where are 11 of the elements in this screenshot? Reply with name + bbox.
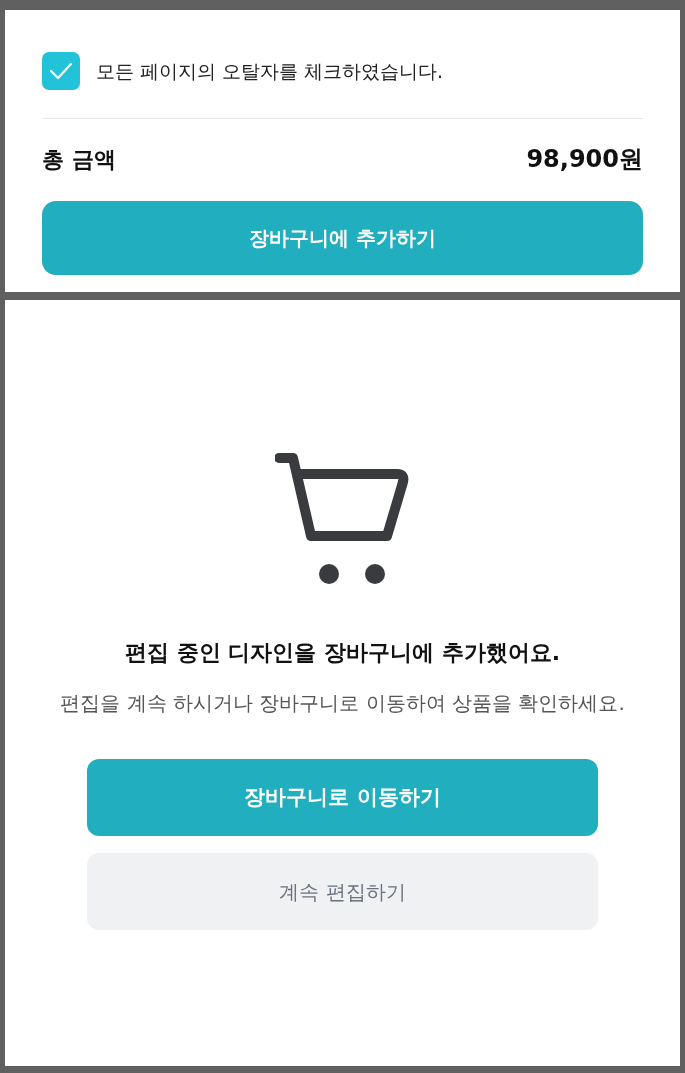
continue-editing-button[interactable]: 계속 편집하기	[87, 853, 598, 930]
checkbox[interactable]	[42, 52, 80, 90]
total-amount: 98,900원	[526, 144, 643, 175]
total-label: 총 금액	[42, 145, 116, 174]
checkbox-label: 모든 페이지의 오탈자를 체크하였습니다.	[96, 58, 444, 84]
add-to-cart-button[interactable]: 장바구니에 추가하기	[42, 201, 643, 275]
dialog-title: 편집 중인 디자인을 장바구니에 추가했어요.	[125, 639, 560, 667]
cart-icon	[274, 452, 411, 584]
dialog-message: 편집을 계속 하시거나 장바구니로 이동하여 상품을 확인하세요.	[59, 690, 626, 717]
check-icon	[49, 62, 73, 80]
go-to-cart-button[interactable]: 장바구니로 이동하기	[87, 759, 598, 836]
